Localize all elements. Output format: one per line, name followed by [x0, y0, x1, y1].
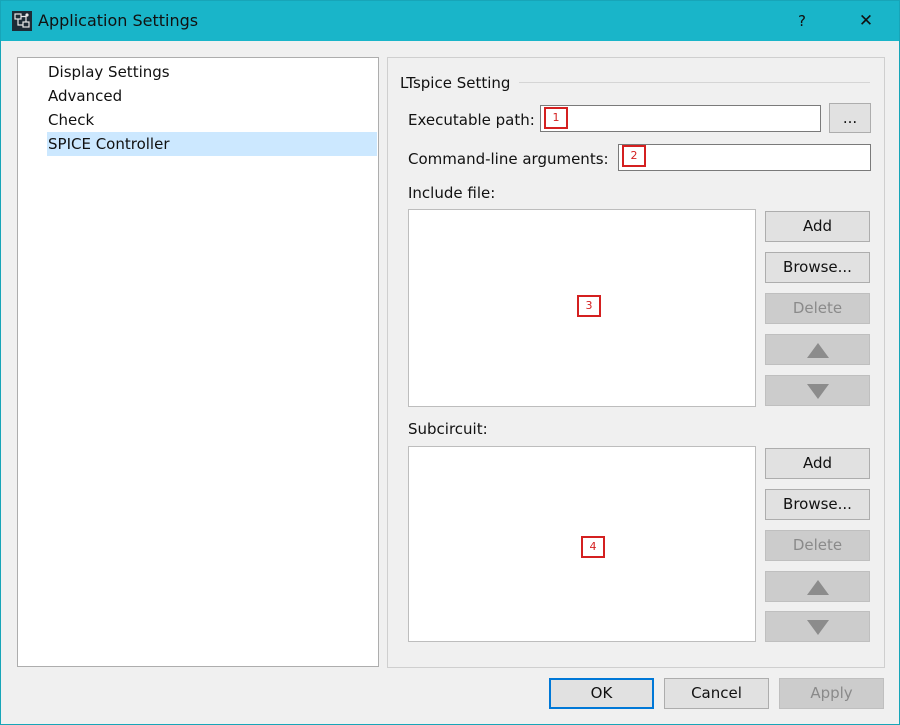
arrow-down-icon	[807, 384, 829, 399]
ok-button[interactable]: OK	[549, 678, 654, 709]
include-file-label: Include file:	[408, 184, 496, 202]
group-divider	[519, 82, 870, 83]
annotation-marker-2: 2	[622, 145, 646, 167]
title-bar[interactable]: Application Settings ? ✕	[1, 1, 899, 41]
app-icon	[12, 11, 32, 31]
subcircuit-browse-button[interactable]: Browse...	[765, 489, 870, 520]
include-add-button[interactable]: Add	[765, 211, 870, 242]
tree-item-check[interactable]: Check	[47, 108, 377, 132]
annotation-marker-4: 4	[581, 536, 605, 558]
cancel-button[interactable]: Cancel	[664, 678, 769, 709]
subcircuit-move-down-button[interactable]	[765, 611, 870, 642]
executable-path-input[interactable]	[540, 105, 821, 132]
arrow-down-icon	[807, 620, 829, 635]
annotation-marker-1: 1	[544, 107, 568, 129]
settings-window: Application Settings ? ✕ Display Setting…	[0, 0, 900, 725]
include-move-up-button[interactable]	[765, 334, 870, 365]
browse-executable-button[interactable]: ...	[829, 103, 871, 133]
subcircuit-delete-button[interactable]: Delete	[765, 530, 870, 561]
executable-path-label: Executable path:	[408, 111, 535, 129]
annotation-marker-3: 3	[577, 295, 601, 317]
command-line-args-label: Command-line arguments:	[408, 150, 609, 168]
arrow-up-icon	[807, 580, 829, 595]
arrow-up-icon	[807, 343, 829, 358]
settings-category-tree[interactable]: Display Settings Advanced Check SPICE Co…	[17, 57, 379, 667]
subcircuit-label: Subcircuit:	[408, 420, 488, 438]
apply-button[interactable]: Apply	[779, 678, 884, 709]
subcircuit-add-button[interactable]: Add	[765, 448, 870, 479]
tree-item-display-settings[interactable]: Display Settings	[47, 60, 377, 84]
tree-item-advanced[interactable]: Advanced	[47, 84, 377, 108]
include-delete-button[interactable]: Delete	[765, 293, 870, 324]
subcircuit-move-up-button[interactable]	[765, 571, 870, 602]
include-browse-button[interactable]: Browse...	[765, 252, 870, 283]
close-button[interactable]: ✕	[843, 1, 889, 41]
ltspice-group-title: LTspice Setting	[400, 74, 511, 92]
help-button[interactable]: ?	[781, 1, 823, 41]
tree-item-spice-controller[interactable]: SPICE Controller	[47, 132, 377, 156]
command-line-args-input[interactable]	[618, 144, 871, 171]
window-title: Application Settings	[38, 11, 199, 30]
include-move-down-button[interactable]	[765, 375, 870, 406]
